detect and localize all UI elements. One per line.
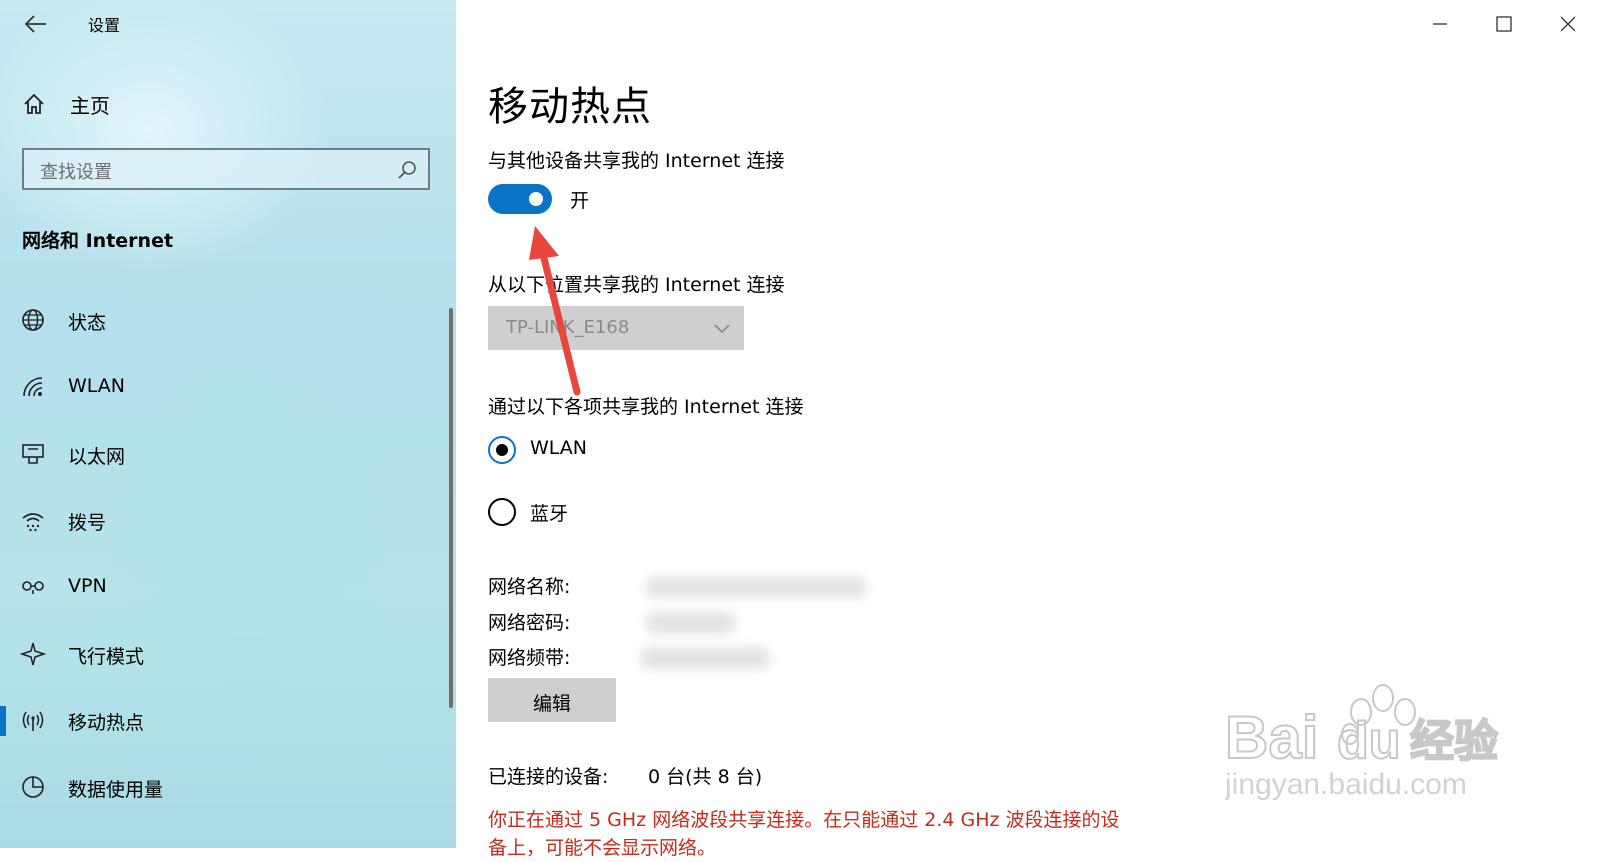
sidebar-item-airplane[interactable]: 飞行模式 [0,632,440,676]
svg-text:经验: 经验 [1410,716,1498,767]
baidu-jingyan-watermark: Bai du 经验 jingyan.baidu.com [1225,684,1499,801]
sidebar-item-wlan[interactable]: WLAN [0,365,440,409]
sidebar-item-label: 拨号 [68,512,107,534]
home-label: 主页 [70,93,110,118]
network-password-value-redacted [646,612,736,634]
sidebar-item-label: 以太网 [68,446,126,468]
svg-text:Bai: Bai [1225,704,1318,771]
sidebar-item-label: 状态 [68,312,107,334]
close-icon[interactable] [1548,4,1588,44]
radio-bluetooth[interactable] [488,498,516,526]
home-icon [24,93,44,114]
network-band-label: 网络频带: [488,647,571,669]
hotspot-icon [22,711,44,731]
sidebar-item-label: WLAN [68,375,126,397]
sidebar-item-status[interactable]: 状态 [0,298,440,342]
edit-button[interactable]: 编辑 [488,678,616,722]
sidebar-scrollbar[interactable] [449,308,453,708]
wifi-icon [23,377,43,397]
sidebar-item-hotspot[interactable]: 移动热点 [0,698,440,742]
network-name-label: 网络名称: [488,576,571,598]
radio-bluetooth-label: 蓝牙 [530,503,569,525]
toggle-state-label: 开 [570,190,590,212]
vpn-icon [22,581,44,594]
edit-button-label: 编辑 [532,693,571,715]
svg-text:jingyan.baidu.com: jingyan.baidu.com [1225,768,1467,801]
sidebar-item-label: 数据使用量 [68,779,164,801]
connected-devices-label: 已连接的设备: [488,766,609,788]
hotspot-toggle[interactable] [488,184,552,214]
search-icon [398,161,416,179]
radio-wlan[interactable] [488,436,516,464]
band-warning-text: 你正在通过 5 GHz 网络波段共享连接。在只能通过 2.4 GHz 波段连接的… [488,809,1120,859]
search-input[interactable]: 查找设置 [22,148,430,190]
globe-icon [22,309,44,331]
sidebar-item-data-usage[interactable]: 数据使用量 [0,765,440,809]
svg-text:du: du [1337,712,1401,770]
radio-wlan-label: WLAN [530,437,588,459]
sidebar-item-label: VPN [68,575,107,597]
sidebar-item-ethernet[interactable]: 以太网 [0,432,440,476]
minimize-icon[interactable] [1420,4,1460,44]
chevron-down-icon [714,324,730,334]
network-band-value-redacted [640,647,770,669]
back-arrow-icon[interactable] [22,10,50,38]
connected-devices-value: 0 台(共 8 台) [648,766,763,788]
network-password-label: 网络密码: [488,612,571,634]
data-usage-icon [22,776,44,798]
search-placeholder: 查找设置 [40,162,112,183]
share-label: 与其他设备共享我的 Internet 连接 [488,150,785,172]
sidebar-item-vpn[interactable]: VPN [0,565,440,609]
sidebar-item-label: 飞行模式 [68,646,145,668]
sidebar: 设置 主页 查找设置 网络和 Internet 状态 WLAN 以太网 拨号 V… [0,0,456,848]
page-title: 移动热点 [488,84,652,130]
section-title: 网络和 Internet [22,230,174,252]
dialup-icon [22,513,44,532]
network-name-value-redacted [646,576,866,598]
ethernet-icon [22,444,44,464]
sidebar-item-label: 移动热点 [68,712,145,734]
annotation-arrow [529,226,581,396]
airplane-icon [20,642,46,666]
maximize-icon[interactable] [1484,4,1524,44]
sidebar-item-dialup[interactable]: 拨号 [0,498,440,542]
toggle-knob [529,192,543,206]
app-title: 设置 [88,16,121,35]
